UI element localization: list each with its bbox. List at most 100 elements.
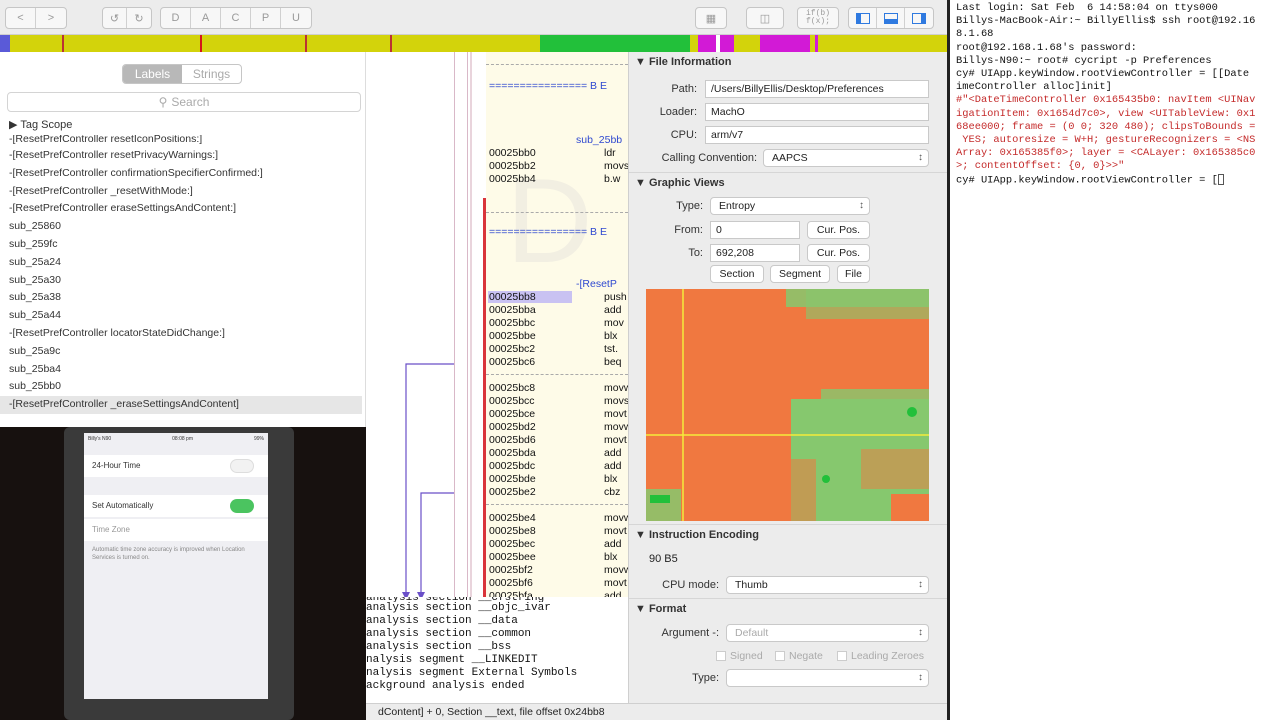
code-line[interactable]: 00025bb4 b.w bbox=[489, 173, 620, 185]
code-line[interactable]: 00025bc8 movw bbox=[489, 382, 628, 394]
argument-select[interactable]: Default bbox=[726, 624, 929, 642]
cpu-chip-button[interactable]: ▦ bbox=[695, 7, 727, 29]
graphic-views-header[interactable]: ▼ Graphic Views bbox=[635, 177, 725, 189]
forward-button[interactable]: > bbox=[36, 8, 66, 28]
pseudocode-button[interactable]: if(b) f(x); bbox=[797, 7, 839, 29]
address: 00025bd2 bbox=[489, 421, 536, 433]
list-item-selected[interactable]: -[ResetPrefController _eraseSettingsAndC… bbox=[0, 396, 362, 414]
code-line[interactable]: 00025bda add bbox=[489, 447, 622, 459]
list-item[interactable]: sub_25a30 bbox=[0, 272, 362, 290]
list-item[interactable]: -[ResetPrefController _resetWithMode:] bbox=[0, 183, 362, 201]
code-line[interactable]: 00025bde blx bbox=[489, 473, 617, 485]
control-flow-graph-button[interactable]: ◫ bbox=[746, 7, 784, 29]
list-item[interactable]: sub_25ba4 bbox=[0, 361, 362, 379]
file-button[interactable]: File bbox=[837, 265, 870, 283]
mode-ascii-button[interactable]: A bbox=[191, 8, 221, 28]
search-input[interactable]: ⚲ Search bbox=[7, 92, 361, 112]
cpu-mode-select[interactable]: Thumb bbox=[726, 576, 929, 594]
list-item[interactable]: sub_259fc bbox=[0, 236, 362, 254]
to-cur-pos-button[interactable]: Cur. Pos. bbox=[807, 244, 870, 262]
format-header[interactable]: ▼ Format bbox=[635, 603, 686, 615]
tag-scope-disclosure[interactable]: ▶ Tag Scope bbox=[9, 118, 72, 131]
list-item[interactable]: -[ResetPrefController confirmationSpecif… bbox=[0, 165, 362, 183]
segment-button[interactable]: Segment bbox=[770, 265, 830, 283]
code-line[interactable]: 00025bec add bbox=[489, 538, 622, 550]
list-item[interactable]: sub_25a44 bbox=[0, 307, 362, 325]
code-line[interactable]: 00025bb0 ldr bbox=[489, 147, 616, 159]
code-line[interactable]: 00025bc6 beq bbox=[489, 356, 622, 368]
mode-procedure-button[interactable]: P bbox=[251, 8, 281, 28]
code-line-selected[interactable]: 00025bb8 push bbox=[489, 291, 627, 303]
redo-button[interactable]: ↻ bbox=[127, 8, 151, 28]
tab-strings[interactable]: Strings bbox=[182, 65, 241, 83]
toggle-right-panel-button[interactable] bbox=[905, 8, 933, 28]
from-cur-pos-button[interactable]: Cur. Pos. bbox=[807, 221, 870, 239]
function-name[interactable]: -[ResetP bbox=[576, 278, 617, 290]
section-button[interactable]: Section bbox=[710, 265, 764, 283]
mode-data-button[interactable]: D bbox=[161, 8, 191, 28]
search-icon: ⚲ bbox=[158, 95, 168, 109]
code-line[interactable]: 00025bbc mov bbox=[489, 317, 624, 329]
code-line[interactable]: 00025bb2 movs bbox=[489, 160, 628, 172]
tab-labels[interactable]: Labels bbox=[123, 65, 182, 83]
list-item[interactable]: sub_25860 bbox=[0, 218, 362, 236]
phone-row-auto: Set Automatically bbox=[84, 495, 268, 517]
code-line[interactable]: 00025bf2 movw bbox=[489, 564, 628, 576]
path-field[interactable]: /Users/BillyEllis/Desktop/Preferences bbox=[705, 80, 929, 98]
mode-code-button[interactable]: C bbox=[221, 8, 251, 28]
cpu-field[interactable]: arm/v7 bbox=[705, 126, 929, 144]
calling-convention-select[interactable]: AAPCS bbox=[763, 149, 929, 167]
graphic-type-select[interactable]: Entropy bbox=[710, 197, 870, 215]
undo-button[interactable]: ↺ bbox=[103, 8, 127, 28]
code-line[interactable]: 00025be2 cbz bbox=[489, 486, 620, 498]
navigation-bar[interactable] bbox=[0, 35, 947, 52]
code-line[interactable]: 00025be8 movt bbox=[489, 525, 627, 537]
format-type-select[interactable] bbox=[726, 669, 929, 687]
address: 00025be4 bbox=[489, 512, 536, 524]
toggle-bottom-panel-button[interactable] bbox=[877, 8, 905, 28]
leading-zeroes-checkbox[interactable]: Leading Zeroes bbox=[837, 650, 924, 662]
block-separator bbox=[486, 212, 628, 213]
address: 00025bda bbox=[489, 447, 536, 459]
nav-segment-code bbox=[540, 35, 690, 52]
back-button[interactable]: < bbox=[6, 8, 36, 28]
code-line[interactable]: 00025bd2 movw bbox=[489, 421, 628, 433]
toggle-off-switch[interactable] bbox=[230, 459, 254, 473]
to-field[interactable]: 692,208 bbox=[710, 244, 800, 262]
entropy-graph[interactable] bbox=[646, 289, 929, 521]
instruction-encoding-header[interactable]: ▼ Instruction Encoding bbox=[635, 529, 759, 541]
from-field[interactable]: 0 bbox=[710, 221, 800, 239]
toggle-left-panel-button[interactable] bbox=[849, 8, 877, 28]
code-line[interactable]: 00025bc2 tst. bbox=[489, 343, 618, 355]
code-line[interactable]: 00025bcc movs bbox=[489, 395, 628, 407]
disassembly-view[interactable]: D ================ B E sub_25bb 00025bb0… bbox=[366, 52, 628, 602]
function-name[interactable]: sub_25bb bbox=[576, 134, 622, 146]
mode-undefine-button[interactable]: U bbox=[281, 8, 311, 28]
list-item[interactable]: -[ResetPrefController locatorStateDidCha… bbox=[0, 325, 362, 343]
code-line[interactable]: 00025be4 movw bbox=[489, 512, 628, 524]
toggle-on-switch[interactable] bbox=[230, 499, 254, 513]
terminal-prompt-line[interactable]: cy# UIApp.keyWindow.rootViewController =… bbox=[950, 173, 1280, 187]
display-mode-segment: D A C P U bbox=[160, 7, 312, 29]
terminal-window[interactable]: Last login: Sat Feb 6 14:58:04 on ttys00… bbox=[947, 0, 1280, 720]
code-line[interactable]: 00025bba add bbox=[489, 304, 622, 316]
code-line[interactable]: 00025bf6 movt bbox=[489, 577, 627, 589]
code-line[interactable]: 00025bd6 movt bbox=[489, 434, 627, 446]
address: 00025bbe bbox=[489, 330, 536, 342]
list-item[interactable]: -[ResetPrefController resetIconPositions… bbox=[0, 135, 362, 147]
list-item[interactable]: sub_25a38 bbox=[0, 289, 362, 307]
code-line[interactable]: 00025bee blx bbox=[489, 551, 617, 563]
list-item[interactable]: sub_25a9c bbox=[0, 343, 362, 361]
code-line[interactable]: 00025bdc add bbox=[489, 460, 622, 472]
file-information-header[interactable]: ▼ File Information bbox=[635, 56, 731, 68]
code-line[interactable]: 00025bbe blx bbox=[489, 330, 617, 342]
signed-checkbox[interactable]: Signed bbox=[716, 650, 763, 662]
list-item[interactable]: sub_25bb0 bbox=[0, 378, 362, 396]
block-separator bbox=[486, 64, 628, 65]
negate-checkbox[interactable]: Negate bbox=[775, 650, 823, 662]
list-item[interactable]: -[ResetPrefController resetPrivacyWarnin… bbox=[0, 147, 362, 165]
loader-field[interactable]: MachO bbox=[705, 103, 929, 121]
list-item[interactable]: sub_25a24 bbox=[0, 254, 362, 272]
list-item[interactable]: -[ResetPrefController eraseSettingsAndCo… bbox=[0, 200, 362, 218]
code-line[interactable]: 00025bce movt bbox=[489, 408, 627, 420]
